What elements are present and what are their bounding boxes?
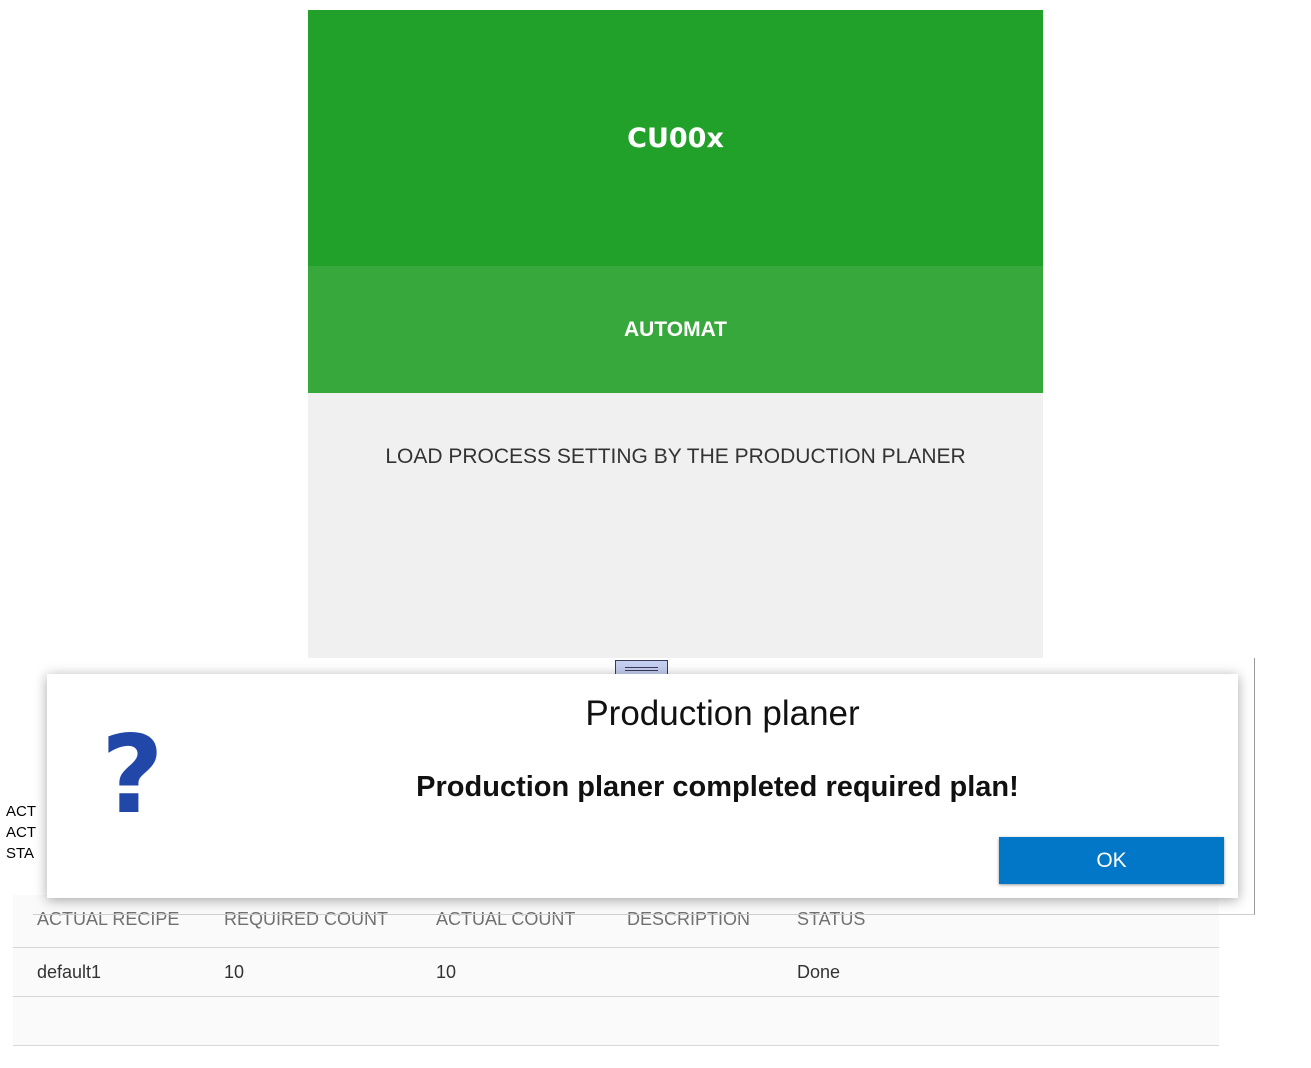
ok-button[interactable]: OK [999, 837, 1224, 884]
table-row-empty [13, 997, 1219, 1046]
cell-actual-count: 10 [436, 962, 457, 982]
message-dialog: ? Production planer Production planer co… [47, 674, 1238, 898]
mode-panel: AUTOMAT [308, 266, 1043, 393]
mode-label: AUTOMAT [623, 317, 728, 341]
cell-status: Done [797, 962, 841, 982]
side-label: ACT [6, 824, 36, 841]
side-label: ACT [6, 803, 36, 820]
recipe-table: ACTUAL RECIPE REQUIRED COUNT ACTUAL COUN… [13, 895, 1219, 1046]
side-label: STA [6, 845, 35, 862]
cell-recipe: default1 [37, 962, 102, 982]
status-message: LOAD PROCESS SETTING BY THE PRODUCTION P… [385, 445, 966, 468]
machine-title-panel: CU00x [308, 10, 1043, 266]
table-row[interactable]: default1 10 10 Done [13, 948, 1219, 997]
side-labels: ACT ACT STA [6, 801, 36, 864]
machine-title: CU00x [627, 122, 724, 154]
message-panel: LOAD PROCESS SETTING BY THE PRODUCTION P… [308, 393, 1043, 658]
dialog-title: Production planer [585, 694, 860, 733]
cell-required-count: 10 [224, 962, 245, 982]
dialog-message: Production planer completed required pla… [416, 771, 1019, 803]
